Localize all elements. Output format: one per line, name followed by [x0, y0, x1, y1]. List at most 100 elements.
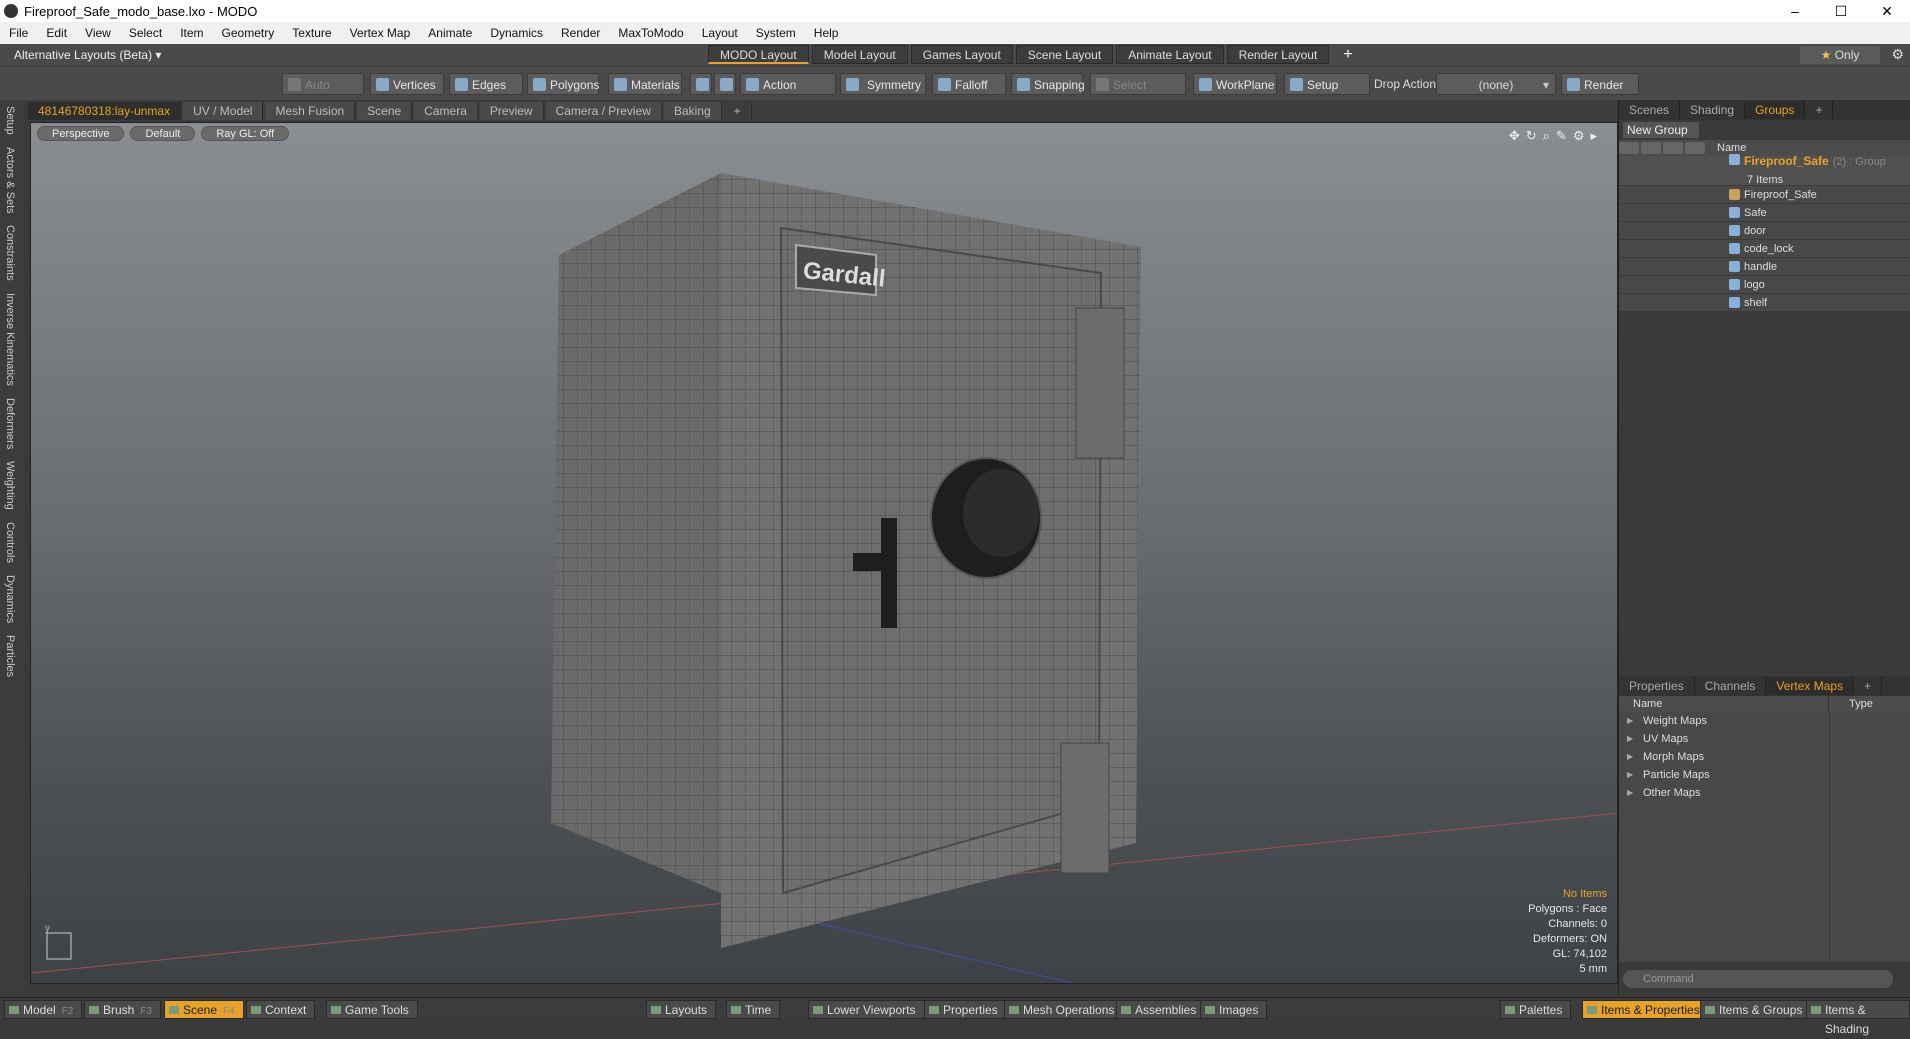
vmap-row[interactable]: Particle Maps [1619, 766, 1910, 784]
tree-item[interactable]: shelf [1619, 294, 1910, 312]
lower-viewports-button[interactable]: Lower Viewports [808, 1000, 925, 1019]
layouts-button[interactable]: Layouts [646, 1000, 717, 1019]
items-shading-button[interactable]: Items & Shading [1806, 1000, 1910, 1036]
drop-action-select[interactable]: (none) [1436, 73, 1556, 96]
tab-camera[interactable]: Camera [414, 102, 478, 120]
view-mode-button[interactable]: Perspective [37, 126, 125, 141]
visibility-col-icon[interactable] [1619, 142, 1639, 154]
tab-constraints[interactable]: Constraints [4, 219, 16, 287]
3d-viewport[interactable]: Gardall y Perspective Default Ray GL: Of… [30, 122, 1618, 984]
tab-camera-preview[interactable]: Camera / Preview [545, 102, 662, 120]
menu-system[interactable]: System [747, 22, 805, 44]
tab-render-layout[interactable]: Render Layout [1226, 45, 1330, 64]
tab-actors-sets[interactable]: Actors & Sets [4, 141, 16, 220]
menu-render[interactable]: Render [552, 22, 609, 44]
render-button[interactable]: Render F9 [1561, 73, 1639, 114]
add-panel-tab-icon[interactable]: + [1805, 101, 1834, 119]
tab-model-layout[interactable]: Model Layout [811, 45, 908, 64]
palettes-button[interactable]: Palettes [1500, 1000, 1572, 1019]
menu-animate[interactable]: Animate [419, 22, 481, 44]
tab-channels[interactable]: Channels [1695, 677, 1767, 695]
tab-games-layout[interactable]: Games Layout [910, 45, 1013, 64]
tab-scene[interactable]: Scene [357, 102, 413, 120]
edges-button[interactable]: Edges [449, 73, 523, 95]
tab-modo-layout[interactable]: MODO Layout [708, 45, 809, 64]
vmap-row[interactable]: Other Maps [1619, 784, 1910, 802]
select-through-button[interactable]: Select Through [1090, 73, 1186, 114]
tab-mesh-fusion[interactable]: Mesh Fusion [265, 102, 356, 120]
polygons-button[interactable]: Polygons [527, 73, 599, 95]
raygl-button[interactable]: Ray GL: Off [201, 126, 290, 141]
minimize-icon[interactable]: – [1772, 0, 1818, 22]
tab-particles[interactable]: Particles [4, 629, 16, 683]
close-icon[interactable]: ✕ [1864, 0, 1910, 22]
tab-groups[interactable]: Groups [1745, 101, 1806, 119]
menu-dynamics[interactable]: Dynamics [481, 22, 552, 44]
auto-select-button[interactable]: Auto Select [282, 73, 364, 114]
tree-item[interactable]: handle [1619, 258, 1910, 276]
only-toggle[interactable]: ★ Only [1800, 46, 1880, 64]
tab-preview[interactable]: Preview [479, 102, 544, 120]
tab-baking[interactable]: Baking [663, 102, 722, 120]
tab-weighting[interactable]: Weighting [4, 455, 16, 516]
tab-setup[interactable]: Setup [4, 100, 16, 141]
tree-item[interactable]: Safe [1619, 204, 1910, 222]
tab-scenes[interactable]: Scenes [1619, 101, 1681, 119]
time-button[interactable]: Time [726, 1000, 781, 1019]
tab-shading[interactable]: Shading [1680, 101, 1746, 119]
items-properties-button[interactable]: Items & Properties [1582, 1000, 1709, 1019]
tab-uv-model[interactable]: UV / Model [183, 102, 264, 120]
add-tab-icon[interactable]: + [724, 102, 752, 120]
scene-tab[interactable]: Scene F4 [164, 1000, 244, 1019]
model-tab[interactable]: Model F2 [4, 1000, 83, 1019]
tab-scene-layout[interactable]: Scene Layout [1015, 45, 1114, 64]
command-input[interactable]: Command [1623, 970, 1893, 988]
vmap-row[interactable]: UV Maps [1619, 730, 1910, 748]
vmap-row[interactable]: Morph Maps [1619, 748, 1910, 766]
tab-vertex-maps[interactable]: Vertex Maps [1766, 677, 1855, 695]
select-col-icon[interactable] [1685, 142, 1705, 154]
tab-animate-layout[interactable]: Animate Layout [1116, 45, 1224, 64]
images-button[interactable]: Images [1200, 1000, 1268, 1019]
action-center-button[interactable]: Action Center [740, 73, 836, 114]
menu-texture[interactable]: Texture [283, 22, 340, 44]
menu-file[interactable]: File [0, 22, 37, 44]
game-tools-button[interactable]: Game Tools [326, 1000, 418, 1019]
snapping-button[interactable]: Snapping [1011, 73, 1085, 95]
context-button[interactable]: Context [246, 1000, 316, 1019]
menu-geometry[interactable]: Geometry [213, 22, 284, 44]
maximize-icon[interactable]: ☐ [1818, 0, 1864, 22]
select-mode-b-button[interactable] [714, 73, 736, 95]
lock-col-icon[interactable] [1663, 142, 1683, 154]
tree-item[interactable]: logo [1619, 276, 1910, 294]
vertices-button[interactable]: Vertices [370, 73, 444, 95]
symmetry-button[interactable]: Symmetry [840, 73, 926, 95]
render-col-icon[interactable] [1641, 142, 1661, 154]
shading-mode-button[interactable]: Default [130, 126, 196, 141]
assemblies-button[interactable]: Assemblies [1116, 1000, 1206, 1019]
add-layout-icon[interactable]: + [1332, 45, 1363, 64]
vmap-row[interactable]: Weight Maps [1619, 712, 1910, 730]
menu-vertex-map[interactable]: Vertex Map [341, 22, 420, 44]
falloff-button[interactable]: Falloff [932, 73, 1006, 95]
materials-button[interactable]: Materials [608, 73, 682, 95]
viewport-nav-icons[interactable]: ✥↻⌕✎⚙▸ [1509, 128, 1603, 144]
tab-inverse-kinematics[interactable]: Inverse Kinematics [4, 287, 16, 392]
menu-view[interactable]: View [76, 22, 120, 44]
tab-lay-unmax[interactable]: 48146780318:lay-unmax [28, 102, 182, 120]
select-mode-a-button[interactable] [690, 73, 712, 95]
tab-dynamics[interactable]: Dynamics [4, 569, 16, 629]
add-vmaps-tab-icon[interactable]: + [1854, 677, 1883, 695]
menu-help[interactable]: Help [805, 22, 848, 44]
setup-mode-button[interactable]: Setup Mode [1284, 73, 1370, 114]
menu-maxtomodo[interactable]: MaxToModo [609, 22, 692, 44]
gear-icon[interactable]: ⚙ [1891, 46, 1904, 63]
properties-button[interactable]: Properties [924, 1000, 1007, 1019]
tab-controls[interactable]: Controls [4, 516, 16, 569]
tree-item[interactable]: door [1619, 222, 1910, 240]
tab-deformers[interactable]: Deformers [4, 392, 16, 455]
tab-properties[interactable]: Properties [1619, 677, 1695, 695]
menu-select[interactable]: Select [120, 22, 171, 44]
menu-item[interactable]: Item [171, 22, 212, 44]
group-row[interactable]: Fireproof_Safe (2) : Group 7 Items [1619, 154, 1910, 186]
